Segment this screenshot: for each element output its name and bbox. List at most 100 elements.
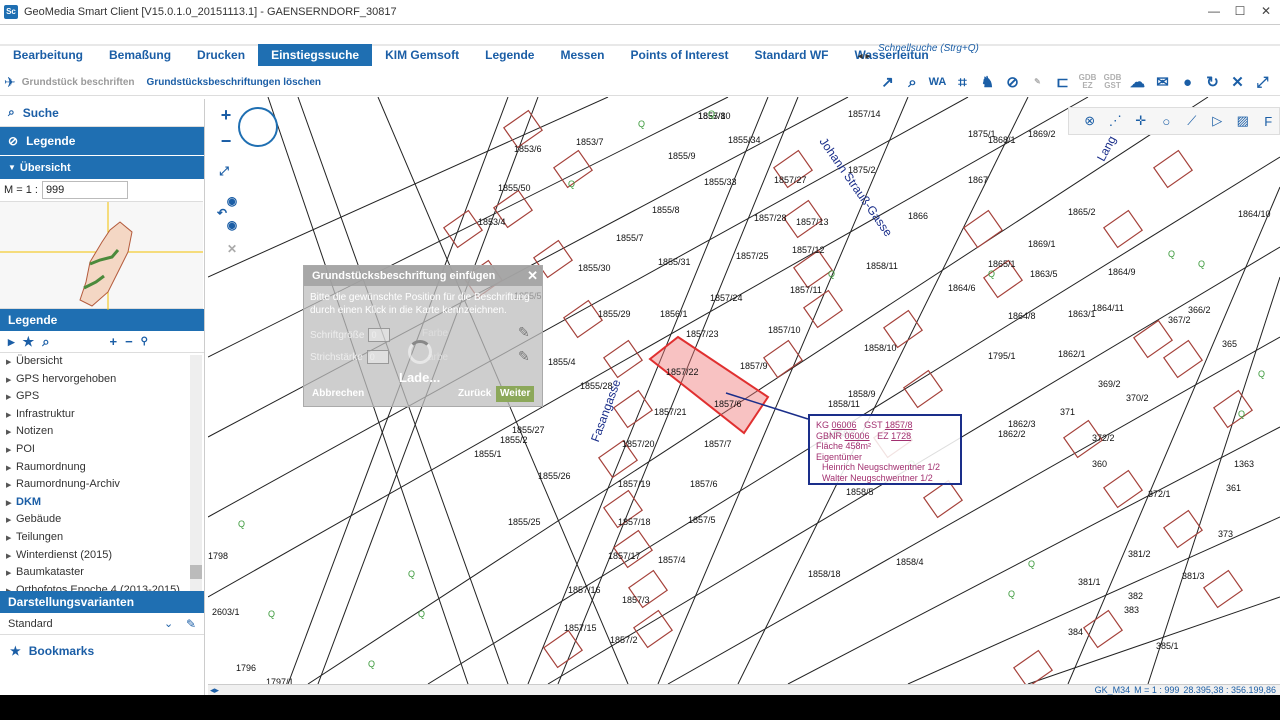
menu-item[interactable]: Drucken (184, 44, 258, 66)
layer-item[interactable]: ▶ Teilungen (0, 529, 204, 547)
expand-icon[interactable]: ▶ (6, 389, 12, 407)
map-canvas[interactable]: 1855/1 0 1853/7 1853/6 1855/34 1855/9 1855/50 1… (208, 97, 1280, 684)
identify-icon[interactable]: ⌕ (901, 70, 924, 94)
describe-parcel-button[interactable]: Grundstück beschriften (22, 77, 135, 88)
cancel-button[interactable]: Abbrechen (308, 386, 368, 402)
expand-icon[interactable]: ▶ (6, 477, 12, 495)
expand-icon[interactable]: ▶ (6, 583, 12, 591)
expand-icon[interactable]: ▶ (6, 354, 12, 372)
search-icon[interactable]: ⌕ (42, 334, 49, 350)
hide-icon[interactable]: ⊗ (1079, 113, 1101, 129)
layers-icon[interactable]: ▸ (8, 334, 15, 350)
layer-item[interactable]: ▶ GPS (0, 388, 204, 406)
expand-icon[interactable]: ▶ (6, 530, 12, 548)
route-icon[interactable]: ⊏ (1051, 70, 1074, 94)
layer-item[interactable]: ▶ Raumordnung-Archiv (0, 476, 204, 494)
layer-item[interactable]: ▶ Orthofotos Epoche 4 (2013-2015) (0, 582, 204, 591)
minimize-button[interactable]: — (1206, 4, 1222, 20)
gdb-gst-button[interactable]: GDB GST (1101, 70, 1124, 94)
point-icon[interactable]: ✛ (1130, 113, 1152, 129)
measure-icon[interactable]: ↗ (876, 70, 899, 94)
expand-icon[interactable]: ▶ (6, 495, 12, 513)
scale-input[interactable]: 999 (41, 181, 128, 199)
close-icon[interactable]: ✕ (527, 266, 538, 286)
overview-map[interactable] (0, 201, 203, 310)
color-pencil-icon[interactable]: ✎ (518, 324, 530, 341)
layer-item[interactable]: ▶ POI (0, 441, 204, 459)
back-button[interactable]: Zurück (454, 386, 495, 402)
pin-icon[interactable]: ● (1176, 70, 1199, 94)
draw-tool-icon[interactable]: ⤢ (214, 161, 234, 181)
layer-item[interactable]: ▶ Winterdienst (2015) (0, 547, 204, 565)
visibility-icon[interactable]: ⚲ (141, 336, 148, 347)
layer-item[interactable]: ▶ Raumordnung (0, 459, 204, 477)
gbnr-link[interactable]: 06006 (845, 431, 870, 441)
font-size-stepper[interactable]: 0 (368, 328, 391, 342)
delete-labels-button[interactable]: Grundstücksbeschriftungen löschen (147, 77, 321, 88)
comment-icon[interactable]: ✉ (1151, 70, 1174, 94)
menu-item[interactable]: KIM Gemsoft (372, 44, 472, 66)
layer-item[interactable]: ▶ DKM (0, 494, 204, 512)
search-section[interactable]: ⌕ Suche (0, 99, 204, 127)
expand-icon[interactable]: ▶ (6, 442, 12, 460)
zoom-in-button[interactable]: + (216, 105, 236, 125)
star-icon[interactable]: ★ (23, 334, 35, 350)
menu-item[interactable]: Messen (547, 44, 617, 66)
wa-icon[interactable]: WA (926, 70, 949, 94)
add-icon[interactable]: + (109, 334, 117, 349)
refresh-icon[interactable]: ↻ (1201, 70, 1224, 94)
text-icon[interactable]: F (1258, 114, 1280, 129)
polygon-icon[interactable]: ▷ (1207, 113, 1229, 129)
stroke-pencil-icon[interactable]: ✎ (518, 348, 530, 365)
menu-item[interactable]: Points of Interest (617, 44, 741, 66)
gst-link[interactable]: 1857/8 (885, 420, 913, 430)
expand-icon[interactable]: ▶ (6, 512, 12, 530)
menu-item[interactable]: Bearbeitung (0, 44, 96, 66)
layer-scrollbar-thumb[interactable] (190, 565, 202, 579)
next-button[interactable]: Weiter (496, 386, 535, 402)
layer-item[interactable]: ▶ GPS hervorgehoben (0, 371, 204, 389)
circle-icon[interactable]: ○ (1156, 114, 1178, 129)
polyline-icon[interactable]: ⟋ (1181, 113, 1203, 129)
menu-item[interactable]: Bemaßung (96, 44, 184, 66)
menu-item[interactable]: Standard WF (742, 44, 842, 66)
expand-icon[interactable]: ▶ (6, 372, 12, 390)
remove-icon[interactable]: − (125, 334, 133, 349)
eye-icon-2[interactable]: ◉ (222, 215, 242, 235)
menu-item[interactable]: Legende (472, 44, 547, 66)
stroke-stepper[interactable]: 0 (366, 350, 389, 364)
layer-item[interactable]: ▶ Notizen (0, 423, 204, 441)
cross-icon[interactable]: ✕ (1226, 70, 1249, 94)
close-button[interactable]: ✕ (1258, 4, 1274, 20)
layer-item[interactable]: ▶ Gebäude (0, 511, 204, 529)
fullscreen-icon[interactable]: ⤢ (1251, 70, 1274, 94)
clear-icon[interactable]: ✕ (222, 239, 242, 259)
cancel-icon[interactable]: ⊘ (1001, 70, 1024, 94)
overview-header[interactable]: ▼ Übersicht (0, 155, 204, 179)
quicksearch-label[interactable]: Schnellsuche (Strg+Q) (878, 43, 979, 54)
menu-item[interactable]: Einstiegssuche (258, 44, 373, 66)
expand-icon[interactable]: ▶ (6, 424, 12, 442)
bookmarks-section[interactable]: ★ Bookmarks (0, 639, 204, 663)
ez-link[interactable]: 1728 (891, 431, 911, 441)
zoom-out-button[interactable]: − (216, 131, 236, 151)
layer-item[interactable]: ▶ Baumkataster (0, 564, 204, 582)
person-icon[interactable]: ♞ (976, 70, 999, 94)
cloud-icon[interactable]: ☁ (1126, 70, 1149, 94)
gdb-ez-button[interactable]: GDB EZ (1076, 70, 1099, 94)
layer-item[interactable]: ▶ Infrastruktur (0, 406, 204, 424)
edit-icon[interactable]: ✎ (186, 617, 196, 631)
maximize-button[interactable]: ☐ (1232, 4, 1248, 20)
variant-select[interactable]: Standard ⌄ ✎ (0, 613, 204, 635)
layer-scrollbar[interactable] (190, 355, 202, 591)
layer-item[interactable]: ▶ Übersicht (0, 353, 204, 371)
menu-scroll-arrows[interactable]: ◂ ▸ (851, 46, 877, 68)
expand-icon[interactable]: ▶ (6, 460, 12, 478)
kg-link[interactable]: 06006 (832, 420, 857, 430)
pan-control[interactable] (238, 107, 278, 147)
line-icon[interactable]: ⋰ (1105, 113, 1127, 129)
select-icon[interactable]: ⌗ (951, 70, 974, 94)
expand-icon[interactable]: ▶ (6, 565, 12, 583)
expand-icon[interactable]: ▶ (6, 407, 12, 425)
expand-icon[interactable]: ▶ (6, 548, 12, 566)
